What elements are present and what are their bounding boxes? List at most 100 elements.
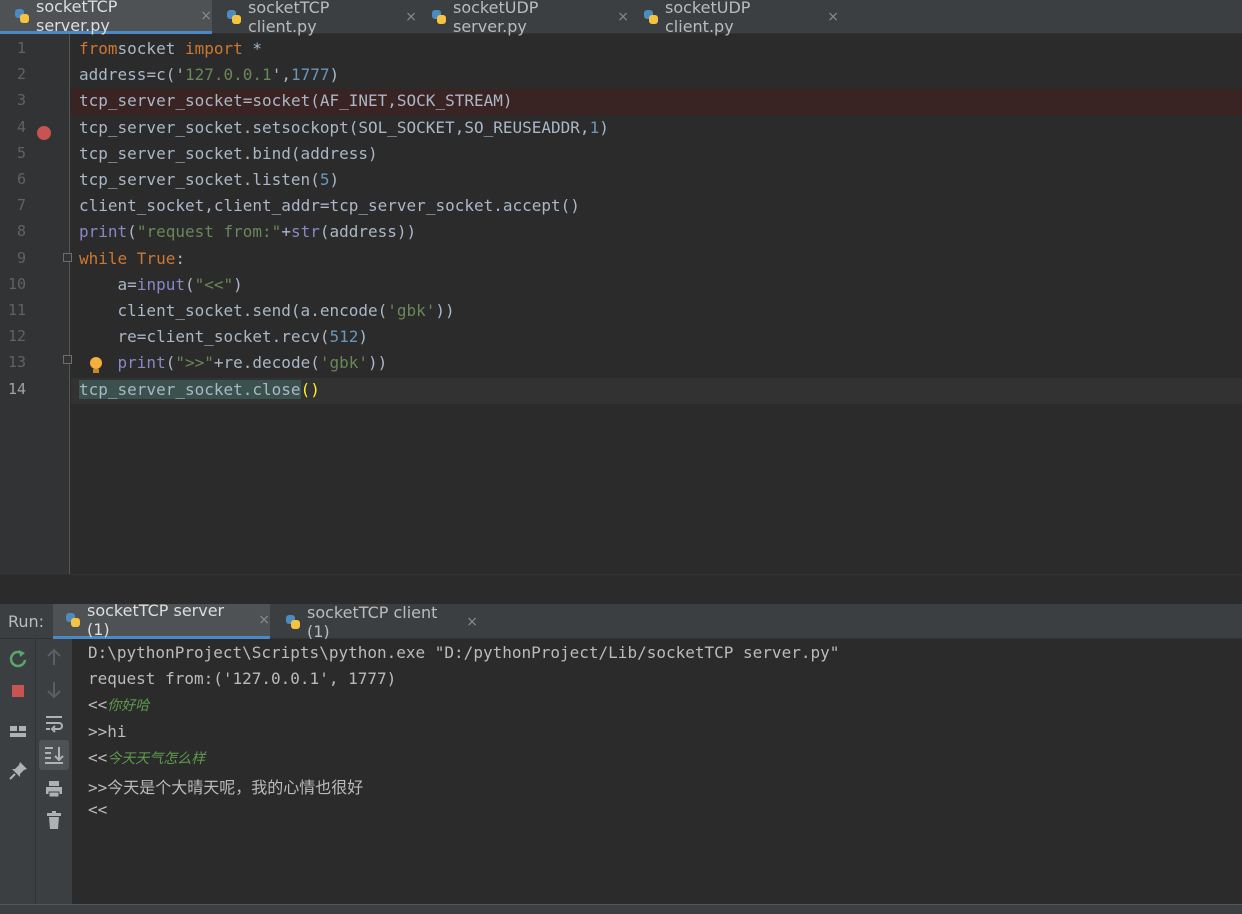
code-line[interactable]: address=c('127.0.0.1',1777): [71, 63, 1242, 89]
pin-icon[interactable]: [6, 759, 30, 783]
scroll-to-end-icon[interactable]: [39, 740, 69, 770]
close-icon[interactable]: ×: [258, 612, 270, 628]
python-run-icon: [285, 614, 301, 630]
code-line[interactable]: tcp_server_socket.close(): [71, 377, 1242, 404]
code-token: tcp_server_socket.bind(address): [79, 143, 378, 163]
code-line[interactable]: tcp_server_socket=socket(AF_INET,SOCK_ST…: [71, 89, 1242, 116]
run-tab-label: socketTCP client (1): [307, 602, 438, 641]
code-token: +: [281, 222, 291, 242]
code-line[interactable]: re=client_socket.recv(512): [71, 325, 1242, 351]
code-line[interactable]: a=input("<<"): [71, 273, 1242, 299]
code-line[interactable]: tcp_server_socket.listen(5): [71, 168, 1242, 194]
python-file-icon: [14, 8, 30, 24]
code-line[interactable]: print("request from:"+str(address)): [71, 220, 1242, 246]
line-number: 6: [16, 170, 26, 188]
code-token: True: [136, 248, 176, 268]
code-token: ': [271, 65, 282, 85]
line-number: 11: [7, 301, 26, 319]
breakpoint-icon[interactable]: [37, 126, 51, 140]
run-toolbar-left: [0, 639, 36, 904]
code-token: ,: [204, 196, 214, 216]
tab-label: socketTCP client.py: [248, 0, 330, 36]
trash-icon[interactable]: [42, 808, 66, 832]
run-toolbar-middle: [36, 639, 73, 904]
code-token: address: [79, 65, 147, 85]
line-number: 7: [16, 196, 26, 215]
line-number: 4: [16, 117, 26, 136]
run-tab-client[interactable]: socketTCP client (1) ×: [273, 602, 478, 641]
code-token: )): [368, 353, 388, 373]
console-user-input: 今天天气怎么样: [107, 750, 206, 767]
code-editor[interactable]: fromsocket import * address=c('127.0.0.1'…: [71, 34, 1242, 574]
close-icon[interactable]: ×: [466, 614, 478, 630]
console-line: D:\pythonProject\Scripts\python.exe "D:/…: [88, 643, 839, 662]
run-tab-server[interactable]: socketTCP server (1) ×: [53, 601, 270, 639]
line-number: 1: [16, 39, 26, 57]
code-token: from: [79, 39, 118, 58]
console-text: D:\pythonProject\Scripts\python.exe "D:/…: [88, 643, 840, 662]
line-number: 5: [16, 143, 26, 162]
soft-wrap-icon[interactable]: [42, 711, 66, 735]
code-token: input: [136, 274, 185, 294]
code-token: ,: [579, 117, 590, 137]
code-token: =: [136, 327, 147, 347]
close-icon[interactable]: ×: [405, 9, 417, 25]
code-token: (): [300, 379, 320, 399]
code-token: =: [242, 91, 253, 111]
tab-label: socketUDP client.py: [665, 0, 751, 36]
code-token: tcp_server_socket.setsockopt(SOL_SOCKET: [79, 117, 455, 137]
code-token: 512: [329, 327, 359, 347]
editor-gutter[interactable]: 1 2 3 4 5 6 7 8 9 10 11 12 13 14: [0, 34, 72, 574]
console-line: <<今天天气怎么样: [88, 748, 205, 768]
close-icon[interactable]: ×: [827, 9, 839, 25]
print-icon[interactable]: [42, 777, 66, 801]
code-line[interactable]: fromsocket import *: [71, 37, 1242, 63]
code-token: socket(AF_INET: [252, 91, 388, 111]
code-token: ,: [454, 117, 465, 137]
close-icon[interactable]: ×: [617, 9, 629, 25]
console-text: <<: [88, 800, 108, 820]
code-token: client_socket.recv(: [146, 327, 330, 347]
rerun-icon[interactable]: [6, 647, 30, 671]
console-output[interactable]: D:\pythonProject\Scripts\python.exe "D:/…: [73, 639, 1242, 904]
line-number: 14: [7, 379, 26, 398]
code-line[interactable]: tcp_server_socket.setsockopt(SOL_SOCKET,…: [71, 116, 1242, 142]
tab-label: socketUDP server.py: [453, 0, 539, 36]
code-token: ">>": [175, 353, 214, 373]
line-number: 9: [16, 248, 26, 267]
code-token: (: [165, 353, 176, 373]
code-line[interactable]: while True:: [71, 247, 1242, 273]
up-arrow-icon[interactable]: [42, 645, 66, 669]
code-token: )): [435, 301, 455, 320]
tab-socketTCP-server[interactable]: socketTCP server.py ×: [0, 0, 212, 35]
code-token: 1: [589, 117, 600, 137]
layout-icon[interactable]: [6, 719, 30, 743]
console-line: request from:('127.0.0.1', 1777): [88, 669, 396, 688]
code-token: ): [599, 117, 609, 137]
code-line[interactable]: client_socket,client_addr=tcp_server_soc…: [71, 194, 1242, 220]
run-tab-label: socketTCP server (1): [87, 601, 225, 639]
python-file-icon: [226, 9, 242, 25]
code-line[interactable]: client_socket.send(a.encode('gbk')): [71, 299, 1242, 325]
code-token: client_addr: [213, 196, 320, 216]
line-number: 3: [16, 91, 26, 110]
code-token: SOCK_STREAM): [396, 91, 513, 111]
tab-socketUDP-client[interactable]: socketUDP client.py ×: [629, 0, 839, 36]
close-icon[interactable]: ×: [200, 8, 212, 24]
code-token: print: [117, 353, 166, 373]
line-number: 2: [16, 65, 26, 84]
console-line: <<: [88, 800, 107, 819]
run-label: Run:: [8, 612, 45, 631]
code-line[interactable]: tcp_server_socket.bind(address): [71, 142, 1242, 168]
code-token: tcp_server_socket: [79, 91, 243, 111]
python-run-icon: [65, 612, 81, 628]
code-line[interactable]: print(">>"+re.decode('gbk')): [71, 351, 1242, 377]
stop-icon[interactable]: [6, 679, 30, 703]
line-number: 13: [7, 353, 26, 372]
down-arrow-icon[interactable]: [42, 678, 66, 702]
tab-socketTCP-client[interactable]: socketTCP client.py ×: [212, 0, 417, 36]
line-number: 10: [7, 274, 26, 293]
tab-socketUDP-server[interactable]: socketUDP server.py ×: [417, 0, 629, 36]
code-token: socket: [117, 39, 185, 58]
